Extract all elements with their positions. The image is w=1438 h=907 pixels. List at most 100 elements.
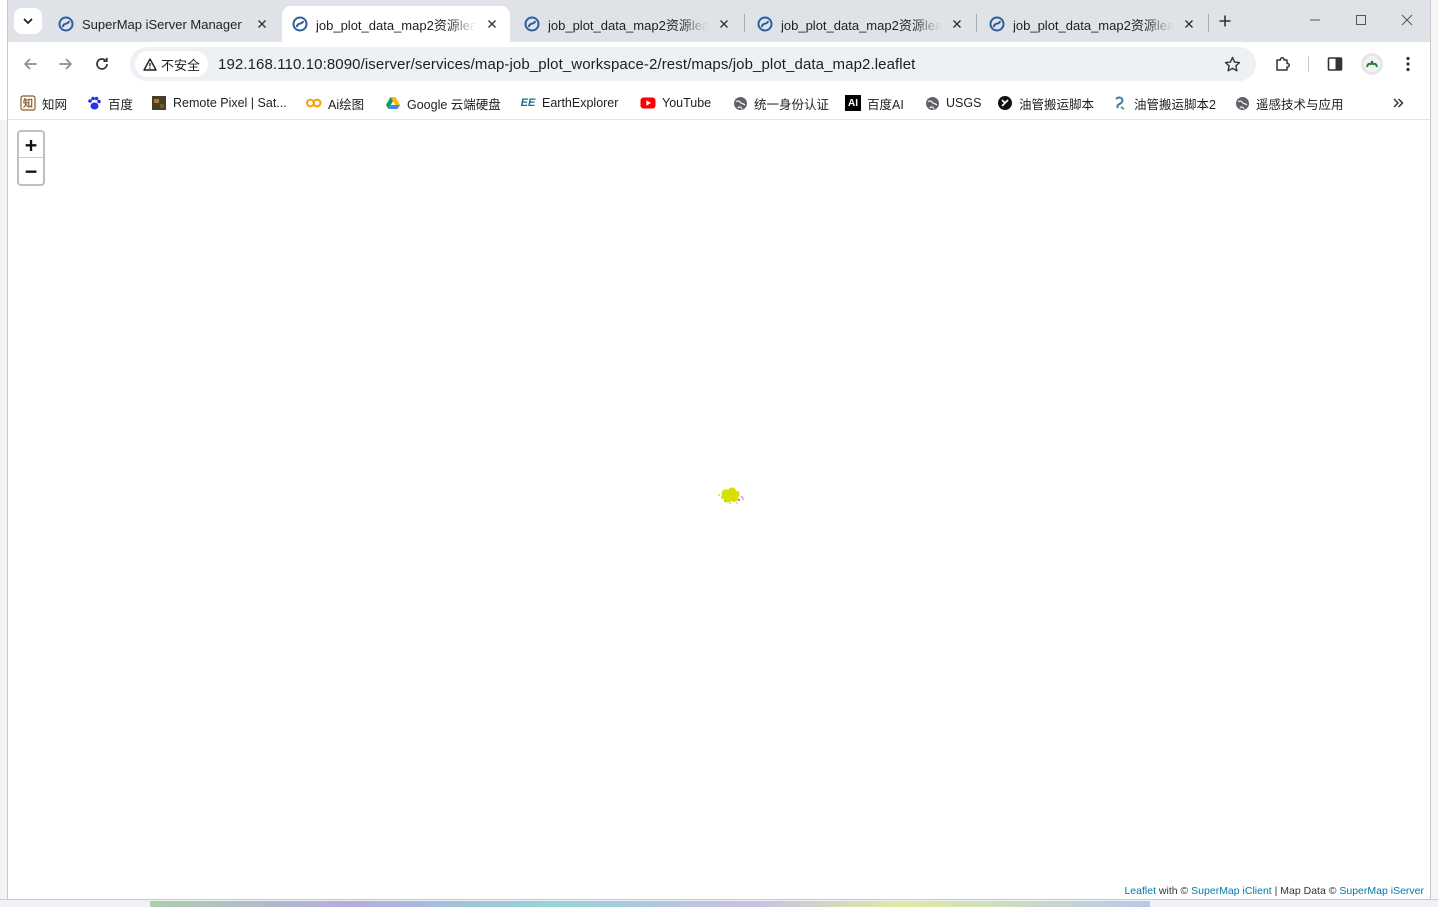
bookmark-label: 统一身份认证 (754, 97, 830, 112)
new-tab-button[interactable] (1214, 10, 1236, 32)
arrow-right-icon (59, 58, 72, 70)
svg-text:知: 知 (22, 97, 33, 110)
iserver-link[interactable]: SuperMap iServer (1339, 885, 1424, 897)
youtube-icon (640, 95, 656, 111)
earthexplorer-icon: EE (520, 97, 536, 109)
bookmarks-bar: 知 知网 百度 Remote Pixel | Sat... Ai绘图 Googl… (8, 86, 1430, 120)
zoom-control: + − (17, 130, 45, 186)
minimize-button[interactable] (1292, 6, 1338, 34)
maximize-button[interactable] (1338, 6, 1384, 34)
google-drive-icon (385, 95, 401, 111)
close-icon[interactable] (484, 16, 500, 32)
maximize-icon (1356, 15, 1366, 25)
tab-iserver-manager[interactable]: SuperMap iServer Manager (48, 6, 280, 42)
security-label: 不安全 (161, 57, 201, 73)
globe-icon (732, 95, 748, 111)
background-window-edge-bottom (0, 899, 1438, 907)
navigation-toolbar: 不安全 192.168.110.10:8090/iserver/services… (8, 42, 1430, 86)
tab-leaflet-2[interactable]: job_plot_data_map2资源leaflet (514, 6, 742, 42)
tab-separator (976, 14, 977, 32)
star-icon (1224, 56, 1240, 71)
tab-strip: SuperMap iServer Manager job_plot_data_m… (8, 0, 1430, 42)
bookmark-star-button[interactable] (1222, 54, 1242, 74)
tab-title: job_plot_data_map2资源leaflet (548, 17, 708, 33)
bookmarks-overflow-button[interactable] (1388, 94, 1408, 112)
tab-title: job_plot_data_map2资源leaflet (781, 17, 941, 33)
tab-search-button[interactable] (14, 8, 42, 34)
profile-avatar[interactable] (1361, 53, 1383, 75)
close-icon[interactable] (254, 16, 270, 32)
zoom-out-button[interactable]: − (19, 158, 43, 184)
extensions-button[interactable] (1269, 50, 1297, 78)
double-chevron-right-icon (1393, 98, 1404, 108)
reload-button[interactable] (88, 50, 116, 78)
kebab-menu-icon (1406, 56, 1410, 72)
bookmark-item[interactable]: Google 云端硬盘 (385, 94, 501, 112)
zoom-in-button[interactable]: + (19, 132, 43, 158)
bookmark-label: Ai绘图 (328, 97, 365, 112)
tab-separator (744, 14, 745, 32)
bookmark-label: 百度 (108, 97, 134, 112)
background-map-sliver (150, 901, 1150, 907)
window-close-button[interactable] (1384, 6, 1430, 34)
url-text[interactable]: 192.168.110.10:8090/iserver/services/map… (218, 56, 915, 73)
background-window-edge-left (0, 120, 8, 907)
leaflet-link[interactable]: Leaflet (1124, 885, 1156, 897)
bookmark-item[interactable]: 知 知网 (20, 94, 67, 112)
supermap-logo-icon (757, 16, 773, 32)
script2-icon (1112, 95, 1128, 111)
bookmark-item[interactable]: 遥感技术与应用 (1234, 94, 1344, 112)
bookmark-item[interactable]: Ai绘图 (306, 94, 364, 112)
side-panel-button[interactable] (1321, 50, 1349, 78)
minimize-icon (1310, 19, 1320, 21)
background-window-edge-right (1430, 0, 1438, 907)
attribution-text: with © (1156, 885, 1192, 897)
bookmark-item[interactable]: YouTube (640, 94, 711, 112)
remote-pixel-icon (151, 95, 167, 111)
bookmark-item[interactable]: 油管搬运脚本 (997, 94, 1094, 112)
supermap-logo-icon (989, 16, 1005, 32)
browser-window: SuperMap iServer Manager job_plot_data_m… (8, 0, 1430, 899)
close-icon[interactable] (1181, 16, 1197, 32)
bookmark-label: 油管搬运脚本 (1019, 97, 1095, 112)
map-attribution: Leaflet with © SuperMap iClient | Map Da… (1122, 884, 1426, 898)
close-icon (1401, 14, 1413, 26)
forward-button[interactable] (52, 50, 80, 78)
bookmark-item[interactable]: Remote Pixel | Sat... (151, 94, 287, 112)
supermap-logo-icon (292, 16, 308, 32)
close-icon[interactable] (716, 16, 732, 32)
bookmark-label: Remote Pixel | Sat... (173, 96, 287, 110)
bookmark-label: Google 云端硬盘 (407, 97, 501, 112)
tab-title: SuperMap iServer Manager (82, 16, 242, 32)
tab-separator (1208, 14, 1209, 32)
tab-title: job_plot_data_map2资源leaflet (316, 17, 476, 33)
globe-icon (924, 95, 940, 111)
puzzle-icon (1276, 57, 1290, 71)
back-button[interactable] (16, 50, 44, 78)
iclient-link[interactable]: SuperMap iClient (1191, 885, 1272, 897)
tab-title: job_plot_data_map2资源leaflet (1013, 17, 1173, 33)
bookmark-item[interactable]: USGS (924, 94, 981, 112)
bookmark-item[interactable]: 统一身份认证 (732, 94, 829, 112)
supermap-logo-icon (58, 16, 74, 32)
chevron-down-icon (23, 18, 33, 24)
security-chip[interactable]: 不安全 (135, 51, 209, 77)
plus-icon (1219, 15, 1231, 27)
bookmark-item[interactable]: AI 百度AI (845, 94, 904, 112)
bookmark-item[interactable]: 百度 (86, 94, 133, 112)
attribution-separator: | Map Data © (1271, 885, 1340, 897)
bookmark-item[interactable]: 油管搬运脚本2 (1112, 94, 1216, 112)
address-bar[interactable]: 不安全 192.168.110.10:8090/iserver/services… (130, 47, 1256, 81)
map-feature-cluster (718, 487, 744, 504)
tab-leaflet-3[interactable]: job_plot_data_map2资源leaflet (747, 6, 975, 42)
browser-menu-button[interactable] (1394, 50, 1422, 78)
leaflet-map-container[interactable]: + − Leaflet with © SuperMap iClient | Ma… (8, 120, 1430, 899)
tab-leaflet-4[interactable]: job_plot_data_map2资源leaflet (979, 6, 1207, 42)
close-icon[interactable] (949, 16, 965, 32)
tab-active-leaflet[interactable]: job_plot_data_map2资源leaflet (282, 6, 510, 42)
script-icon (997, 95, 1013, 111)
globe-icon (1234, 95, 1250, 111)
ai-drawing-icon (306, 95, 322, 111)
bookmark-item[interactable]: EE EarthExplorer (520, 94, 619, 112)
bookmark-label: 百度AI (867, 97, 904, 112)
